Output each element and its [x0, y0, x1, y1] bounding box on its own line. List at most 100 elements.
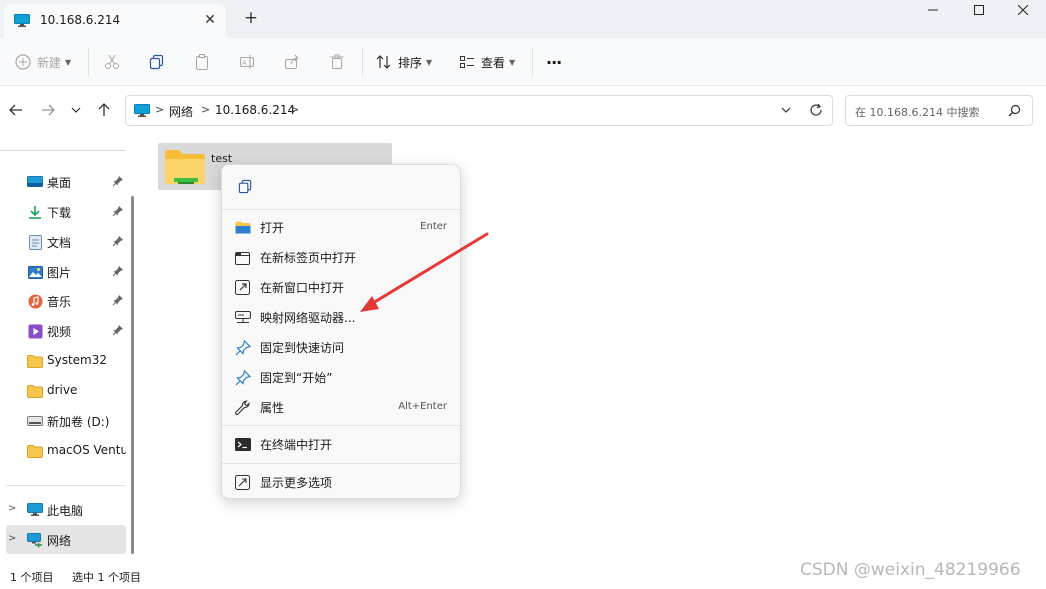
menu-separator: [222, 425, 460, 426]
expand-chevron[interactable]: >: [8, 503, 16, 514]
tab-active[interactable]: 10.168.6.214 ✕: [4, 4, 226, 38]
close-icon: [1018, 5, 1028, 15]
sidebar-item-label: 网络: [47, 534, 72, 548]
clipboard-icon: [196, 54, 208, 70]
breadcrumb-network[interactable]: 网络: [169, 103, 193, 120]
more-options-button[interactable]: ···: [546, 50, 562, 74]
back-button[interactable]: [6, 100, 26, 120]
new-button-label: 新建: [37, 55, 62, 70]
menu-item-open-new-window[interactable]: 在新窗口中打开: [227, 273, 455, 301]
pin-icon[interactable]: [112, 324, 124, 336]
sidebar-item-volume-d[interactable]: 新加卷 (D:): [6, 406, 126, 435]
pin-icon: [234, 369, 251, 386]
shared-folder-icon: [165, 150, 205, 184]
minimize-button[interactable]: [910, 0, 956, 24]
navigation-pane: 桌面 下载 文档 图片 音乐 视频 System32 drive 新加卷 (D:…: [0, 138, 136, 562]
new-tab-icon: [234, 249, 251, 266]
view-button-label: 查看: [481, 55, 506, 70]
copy-button[interactable]: [234, 175, 256, 197]
breadcrumb-separator[interactable]: >: [290, 103, 299, 116]
new-tab-button[interactable]: +: [240, 8, 262, 30]
folder-icon: [27, 383, 43, 399]
sort-button[interactable]: 排序 ▼: [376, 50, 432, 74]
arrow-up-icon: [98, 103, 110, 116]
pin-icon[interactable]: [112, 235, 124, 247]
sidebar-item-desktop[interactable]: 桌面: [6, 167, 126, 196]
sidebar-item-label: drive: [47, 383, 78, 397]
chevron-down-icon[interactable]: [780, 104, 792, 116]
search-icon[interactable]: [1008, 104, 1021, 117]
view-button[interactable]: 查看 ▼: [459, 50, 515, 74]
menu-item-pin-start[interactable]: 固定到“开始”: [227, 363, 455, 391]
sort-icon: [376, 55, 391, 69]
sidebar-item-pictures[interactable]: 图片: [6, 257, 126, 286]
cut-button[interactable]: [104, 50, 120, 74]
tab-title: 10.168.6.214: [40, 13, 121, 27]
menu-item-open-new-tab[interactable]: 在新标签页中打开: [227, 243, 455, 271]
watermark: CSDN @weixin_48219966: [800, 560, 1021, 580]
sidebar-item-downloads[interactable]: 下载: [6, 197, 126, 226]
new-button[interactable]: 新建 ▼: [15, 50, 71, 74]
toolbar-divider: [532, 48, 533, 76]
breadcrumb-host[interactable]: 10.168.6.214: [215, 103, 295, 117]
menu-item-map-network-drive[interactable]: 映射网络驱动器...: [227, 303, 455, 331]
menu-item-label: 在终端中打开: [260, 438, 333, 452]
sidebar-scrollbar[interactable]: [131, 196, 134, 554]
menu-item-shortcut: Alt+Enter: [398, 401, 447, 412]
menu-item-label: 在新标签页中打开: [260, 251, 357, 265]
up-button[interactable]: [94, 100, 114, 120]
copy-icon: [238, 179, 251, 193]
menu-item-open[interactable]: 打开 Enter: [227, 213, 455, 241]
chevron-down-icon: ▼: [509, 57, 516, 67]
pin-icon[interactable]: [112, 175, 124, 187]
menu-item-label: 打开: [260, 221, 285, 235]
search-box[interactable]: 在 10.168.6.214 中搜索: [845, 95, 1033, 126]
open-external-icon: [234, 279, 251, 296]
copy-button[interactable]: [149, 50, 165, 74]
menu-item-properties[interactable]: 属性 Alt+Enter: [227, 393, 455, 421]
rename-icon: A: [240, 55, 254, 69]
view-list-icon: [460, 56, 474, 68]
copy-icon: [149, 54, 164, 70]
sidebar-item-label: 此电脑: [47, 504, 84, 518]
maximize-button[interactable]: [956, 0, 1002, 24]
paste-button[interactable]: [194, 50, 210, 74]
drive-icon: [27, 413, 43, 429]
expand-chevron[interactable]: >: [8, 533, 16, 544]
sidebar-item-documents[interactable]: 文档: [6, 227, 126, 256]
sidebar-item-music[interactable]: 音乐: [6, 286, 126, 315]
menu-item-open-terminal[interactable]: 在终端中打开: [227, 430, 455, 458]
share-button[interactable]: [284, 50, 300, 74]
video-icon: [27, 323, 43, 339]
network-computer-icon: [134, 104, 150, 117]
network-drive-icon: [234, 309, 251, 326]
pin-icon[interactable]: [112, 205, 124, 217]
pin-icon[interactable]: [112, 294, 124, 306]
rename-button[interactable]: A: [239, 50, 255, 74]
toolbar-divider: [362, 48, 363, 76]
plus-circle-icon: [15, 54, 31, 70]
menu-item-show-more-options[interactable]: 显示更多选项: [227, 468, 455, 496]
address-bar[interactable]: > 网络 > 10.168.6.214 >: [125, 95, 833, 126]
sidebar-item-videos[interactable]: 视频: [6, 316, 126, 345]
breadcrumb-separator[interactable]: >: [201, 103, 210, 116]
download-icon: [27, 204, 43, 220]
refresh-icon[interactable]: [809, 103, 823, 117]
sidebar-item-label: macOS Ventura: [47, 443, 126, 457]
delete-button[interactable]: [329, 50, 345, 74]
tab-close-button[interactable]: ✕: [200, 10, 220, 30]
breadcrumb-separator[interactable]: >: [155, 103, 164, 116]
sidebar-item-system32[interactable]: System32: [6, 346, 126, 375]
recent-locations-button[interactable]: [66, 100, 86, 120]
menu-item-pin-quick-access[interactable]: 固定到快速访问: [227, 333, 455, 361]
sidebar-item-this-pc[interactable]: > 此电脑: [6, 495, 126, 524]
close-window-button[interactable]: [1000, 0, 1046, 24]
pin-icon[interactable]: [112, 265, 124, 277]
sidebar-item-network[interactable]: > 网络: [6, 525, 126, 554]
menu-item-label: 固定到快速访问: [260, 341, 345, 355]
sidebar-divider: [6, 485, 126, 486]
sidebar-item-label: 新加卷 (D:): [47, 415, 110, 429]
forward-button[interactable]: [38, 100, 58, 120]
sidebar-item-drive[interactable]: drive: [6, 376, 126, 405]
sidebar-item-macos-ventura[interactable]: macOS Ventura: [6, 436, 126, 465]
